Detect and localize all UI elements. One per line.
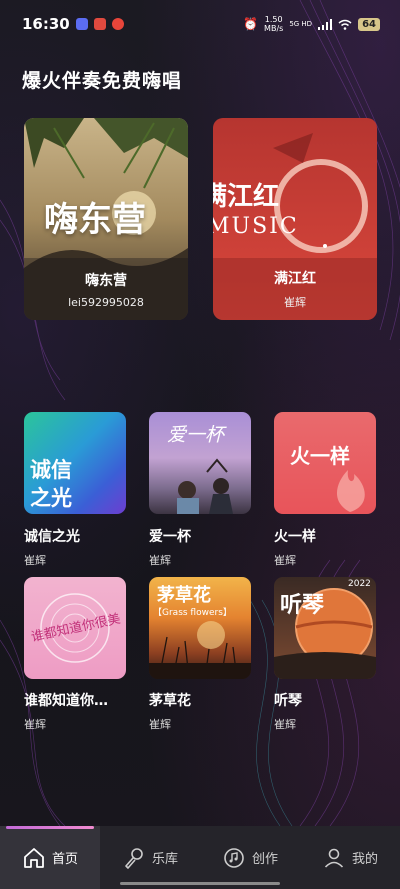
cover-art-subtitle: 2022 [348,579,371,589]
song-artist: 崔辉 [274,718,296,731]
song-artist: 崔辉 [24,554,46,567]
song-cover[interactable]: 听琴 2022 [274,577,376,679]
nav-tab-home[interactable]: 首页 [0,826,100,889]
song-cover[interactable]: 火一样 [274,412,376,514]
nav-label: 乐库 [151,852,178,867]
cover-art-title: 诚信之光 [30,458,72,510]
bottom-navigation: 首页 乐库 创作 我的 [0,826,400,889]
network-type: 5G HD [289,20,313,28]
status-time: 16:30 [22,15,70,33]
nav-label: 首页 [51,852,78,867]
song-title[interactable]: 听琴 [274,690,302,710]
featured-title: 嗨东营 [85,272,127,289]
song-cover[interactable]: 诚信之光 [24,412,126,514]
featured-caption: 嗨东营 lei592995028 [24,258,188,320]
grass-silhouette [149,621,251,679]
page-title: 爆火伴奏免费嗨唱 [22,70,183,92]
home-indicator[interactable] [120,882,280,885]
cover-art-title: 满江红 [213,182,280,212]
song-artist: 崔辉 [274,554,296,567]
song-cover[interactable]: 爱一杯 [149,412,251,514]
app-notification-icon [75,18,88,30]
featured-card[interactable]: 满江红 MUSIC 满江红 崔辉 [213,118,377,320]
microphone-icon [125,847,143,869]
cover-art-title: 嗨东营 [44,200,146,240]
nav-tab-mine[interactable]: 我的 [300,826,400,889]
nav-tab-create[interactable]: 创作 [200,826,300,889]
song-title[interactable]: 火一样 [274,526,316,546]
featured-subtitle: 崔辉 [284,296,306,309]
song-title[interactable]: 爱一杯 [149,526,191,546]
app-notification-icon [111,18,124,30]
song-artist: 崔辉 [149,718,171,731]
cover-art-title: 听琴 [280,593,325,618]
person-icon [324,848,344,868]
song-title[interactable]: 茅草花 [149,690,191,710]
song-cover[interactable]: 茅草花 【Grass flowers】 [149,577,251,679]
flame-icon [336,470,365,512]
network-speed: 1.50 MB/s [264,15,284,33]
featured-title: 满江红 [274,271,316,287]
music-disc-icon [224,847,244,868]
battery-indicator: 64 [358,17,380,31]
nav-tab-library[interactable]: 乐库 [100,826,200,889]
featured-caption: 满江红 崔辉 [213,258,377,320]
cover-art-subtitle: MUSIC [213,214,299,239]
nav-label: 创作 [251,852,278,867]
featured-card[interactable]: 嗨东营 嗨东营 lei592995028 [24,118,188,320]
app-notification-icon [93,18,106,30]
song-artist: 崔辉 [24,718,46,731]
people-silhouette [177,458,233,514]
song-title[interactable]: 诚信之光 [24,526,80,546]
signal-icon [318,18,333,30]
featured-subtitle: lei592995028 [68,295,144,309]
nav-label: 我的 [351,852,378,867]
alarm-icon: ⏰ [243,17,259,31]
song-title[interactable]: 谁都知道你… [24,690,108,710]
song-artist: 崔辉 [149,554,171,567]
song-cover[interactable]: 谁都知道你很美 [24,577,126,679]
home-icon [24,847,44,868]
status-bar: 16:30 ⏰ 1.50 MB/s 5G HD 64 [0,0,400,48]
wifi-icon [338,19,352,30]
